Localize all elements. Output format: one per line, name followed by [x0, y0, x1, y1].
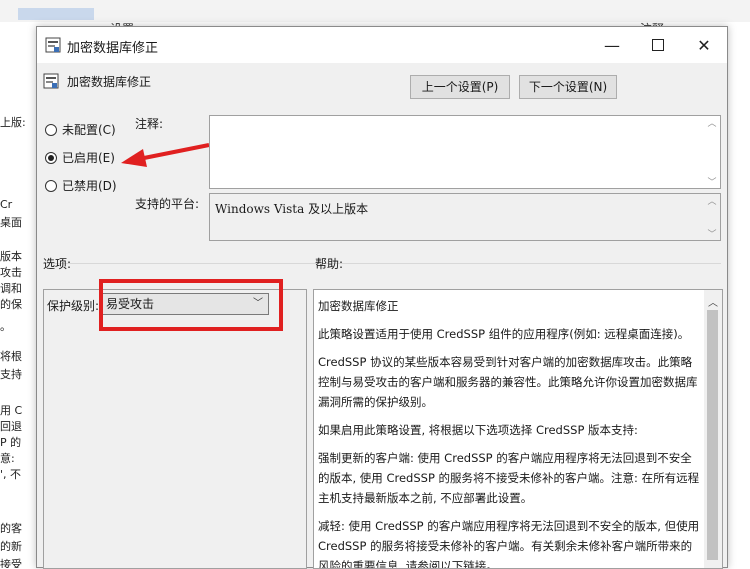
- help-paragraph: CredSSP 协议的某些版本容易受到针对客户端的加密数据库攻击。此策略控制与易…: [318, 355, 698, 409]
- background-text: 攻击: [0, 266, 22, 279]
- background-accent: [18, 8, 94, 20]
- setting-title: 加密数据库修正: [67, 75, 152, 89]
- platform-value: Windows Vista 及以上版本: [215, 202, 369, 216]
- help-scrollbar[interactable]: ︿: [704, 290, 722, 568]
- background-text: 用 C: [0, 404, 23, 417]
- background-text: Cr: [0, 198, 13, 211]
- red-arrow-icon: [121, 143, 210, 167]
- background-text: 将根: [0, 350, 22, 363]
- help-paragraph: 如果启用此策略设置, 将根据以下选项选择 CredSSP 版本支持:: [318, 423, 638, 437]
- platform-label: 支持的平台:: [135, 197, 200, 211]
- background-text: 调和: [0, 282, 22, 295]
- help-text: 加密数据库修正 此策略设置适用于使用 CredSSP 组件的应用程序(例如: 远…: [318, 296, 703, 569]
- close-button[interactable]: ✕: [681, 27, 727, 63]
- radio-label: 未配置(C): [62, 123, 116, 137]
- maximize-button[interactable]: [635, 27, 681, 63]
- radio-label: 已启用(E): [62, 151, 115, 165]
- platform-scrollbar[interactable]: ︿ ﹀: [704, 194, 720, 240]
- background-text: 回退: [0, 420, 22, 433]
- background-text: 意:: [0, 452, 15, 465]
- radio-circle[interactable]: [45, 151, 57, 164]
- scroll-down-icon[interactable]: ﹀: [707, 175, 716, 188]
- red-highlight-box: [99, 279, 283, 331]
- background-left-fragment: 上版: Cr 桌面 版本 攻击 调和 的保 。 将根 支持 用 C 回退 P 的…: [0, 22, 36, 568]
- help-paragraph: 此策略设置适用于使用 CredSSP 组件的应用程序(例如: 远程桌面连接)。: [318, 327, 690, 341]
- background-text: 。: [0, 320, 11, 333]
- options-label: 选项:: [43, 257, 72, 271]
- previous-setting-button[interactable]: 上一个设置(P): [410, 75, 510, 99]
- help-paragraph: 强制更新的客户端: 使用 CredSSP 的客户端应用程序将无法回退到不安全的版…: [318, 451, 700, 505]
- policy-dialog: 加密数据库修正 — ✕ 加密数据库修正 上一个设置(P) 下一个设置(N) 未配…: [36, 26, 728, 569]
- comment-label: 注释:: [135, 117, 164, 131]
- scroll-thumb[interactable]: [707, 310, 718, 560]
- policy-icon: [43, 73, 59, 89]
- background-right-edge: [728, 22, 750, 568]
- scroll-up-icon[interactable]: ︿: [708, 294, 718, 309]
- window-title: 加密数据库修正: [67, 41, 159, 56]
- background-text: 版本: [0, 250, 22, 263]
- background-text: 支持: [0, 368, 22, 381]
- background-text: P 的: [0, 436, 22, 449]
- minimize-icon: —: [604, 35, 620, 55]
- background-window-strip: [0, 0, 750, 22]
- radio-enabled[interactable]: 已启用(E): [45, 149, 115, 166]
- next-setting-button[interactable]: 下一个设置(N): [519, 75, 617, 99]
- scroll-up-icon[interactable]: ︿: [707, 194, 716, 207]
- radio-label: 已禁用(D): [62, 179, 117, 193]
- help-paragraph: 加密数据库修正: [318, 299, 399, 313]
- scroll-down-icon[interactable]: ﹀: [707, 227, 716, 240]
- scroll-up-icon[interactable]: ︿: [707, 116, 716, 129]
- policy-icon: [45, 37, 61, 53]
- comment-scrollbar[interactable]: ︿ ﹀: [704, 116, 720, 188]
- radio-disabled[interactable]: 已禁用(D): [45, 177, 117, 194]
- help-paragraph: 减轻: 使用 CredSSP 的客户端应用程序将无法回退到不安全的版本, 但使用…: [318, 519, 700, 569]
- background-text: 桌面: [0, 216, 22, 229]
- help-pane: 加密数据库修正 此策略设置适用于使用 CredSSP 组件的应用程序(例如: 远…: [313, 289, 723, 569]
- options-pane: [43, 289, 307, 569]
- minimize-button[interactable]: —: [589, 27, 635, 63]
- title-bar[interactable]: 加密数据库修正 — ✕: [37, 27, 727, 63]
- background-text: 的保: [0, 298, 22, 311]
- close-icon: ✕: [697, 35, 711, 55]
- background-text: 接受: [0, 558, 22, 568]
- help-label: 帮助:: [315, 257, 344, 271]
- platform-field: Windows Vista 及以上版本 ︿ ﹀: [209, 193, 721, 241]
- background-text: 上版:: [0, 116, 26, 129]
- radio-circle[interactable]: [45, 179, 57, 192]
- radio-circle[interactable]: [45, 123, 57, 136]
- separator: [43, 263, 721, 264]
- background-text: ', 不: [0, 468, 22, 481]
- comment-textarea[interactable]: ︿ ﹀: [209, 115, 721, 189]
- protection-level-label: 保护级别:: [47, 299, 100, 313]
- background-text: 的新: [0, 540, 22, 553]
- background-text: 的客: [0, 522, 22, 535]
- maximize-icon: [652, 39, 664, 51]
- radio-not-configured[interactable]: 未配置(C): [45, 121, 116, 138]
